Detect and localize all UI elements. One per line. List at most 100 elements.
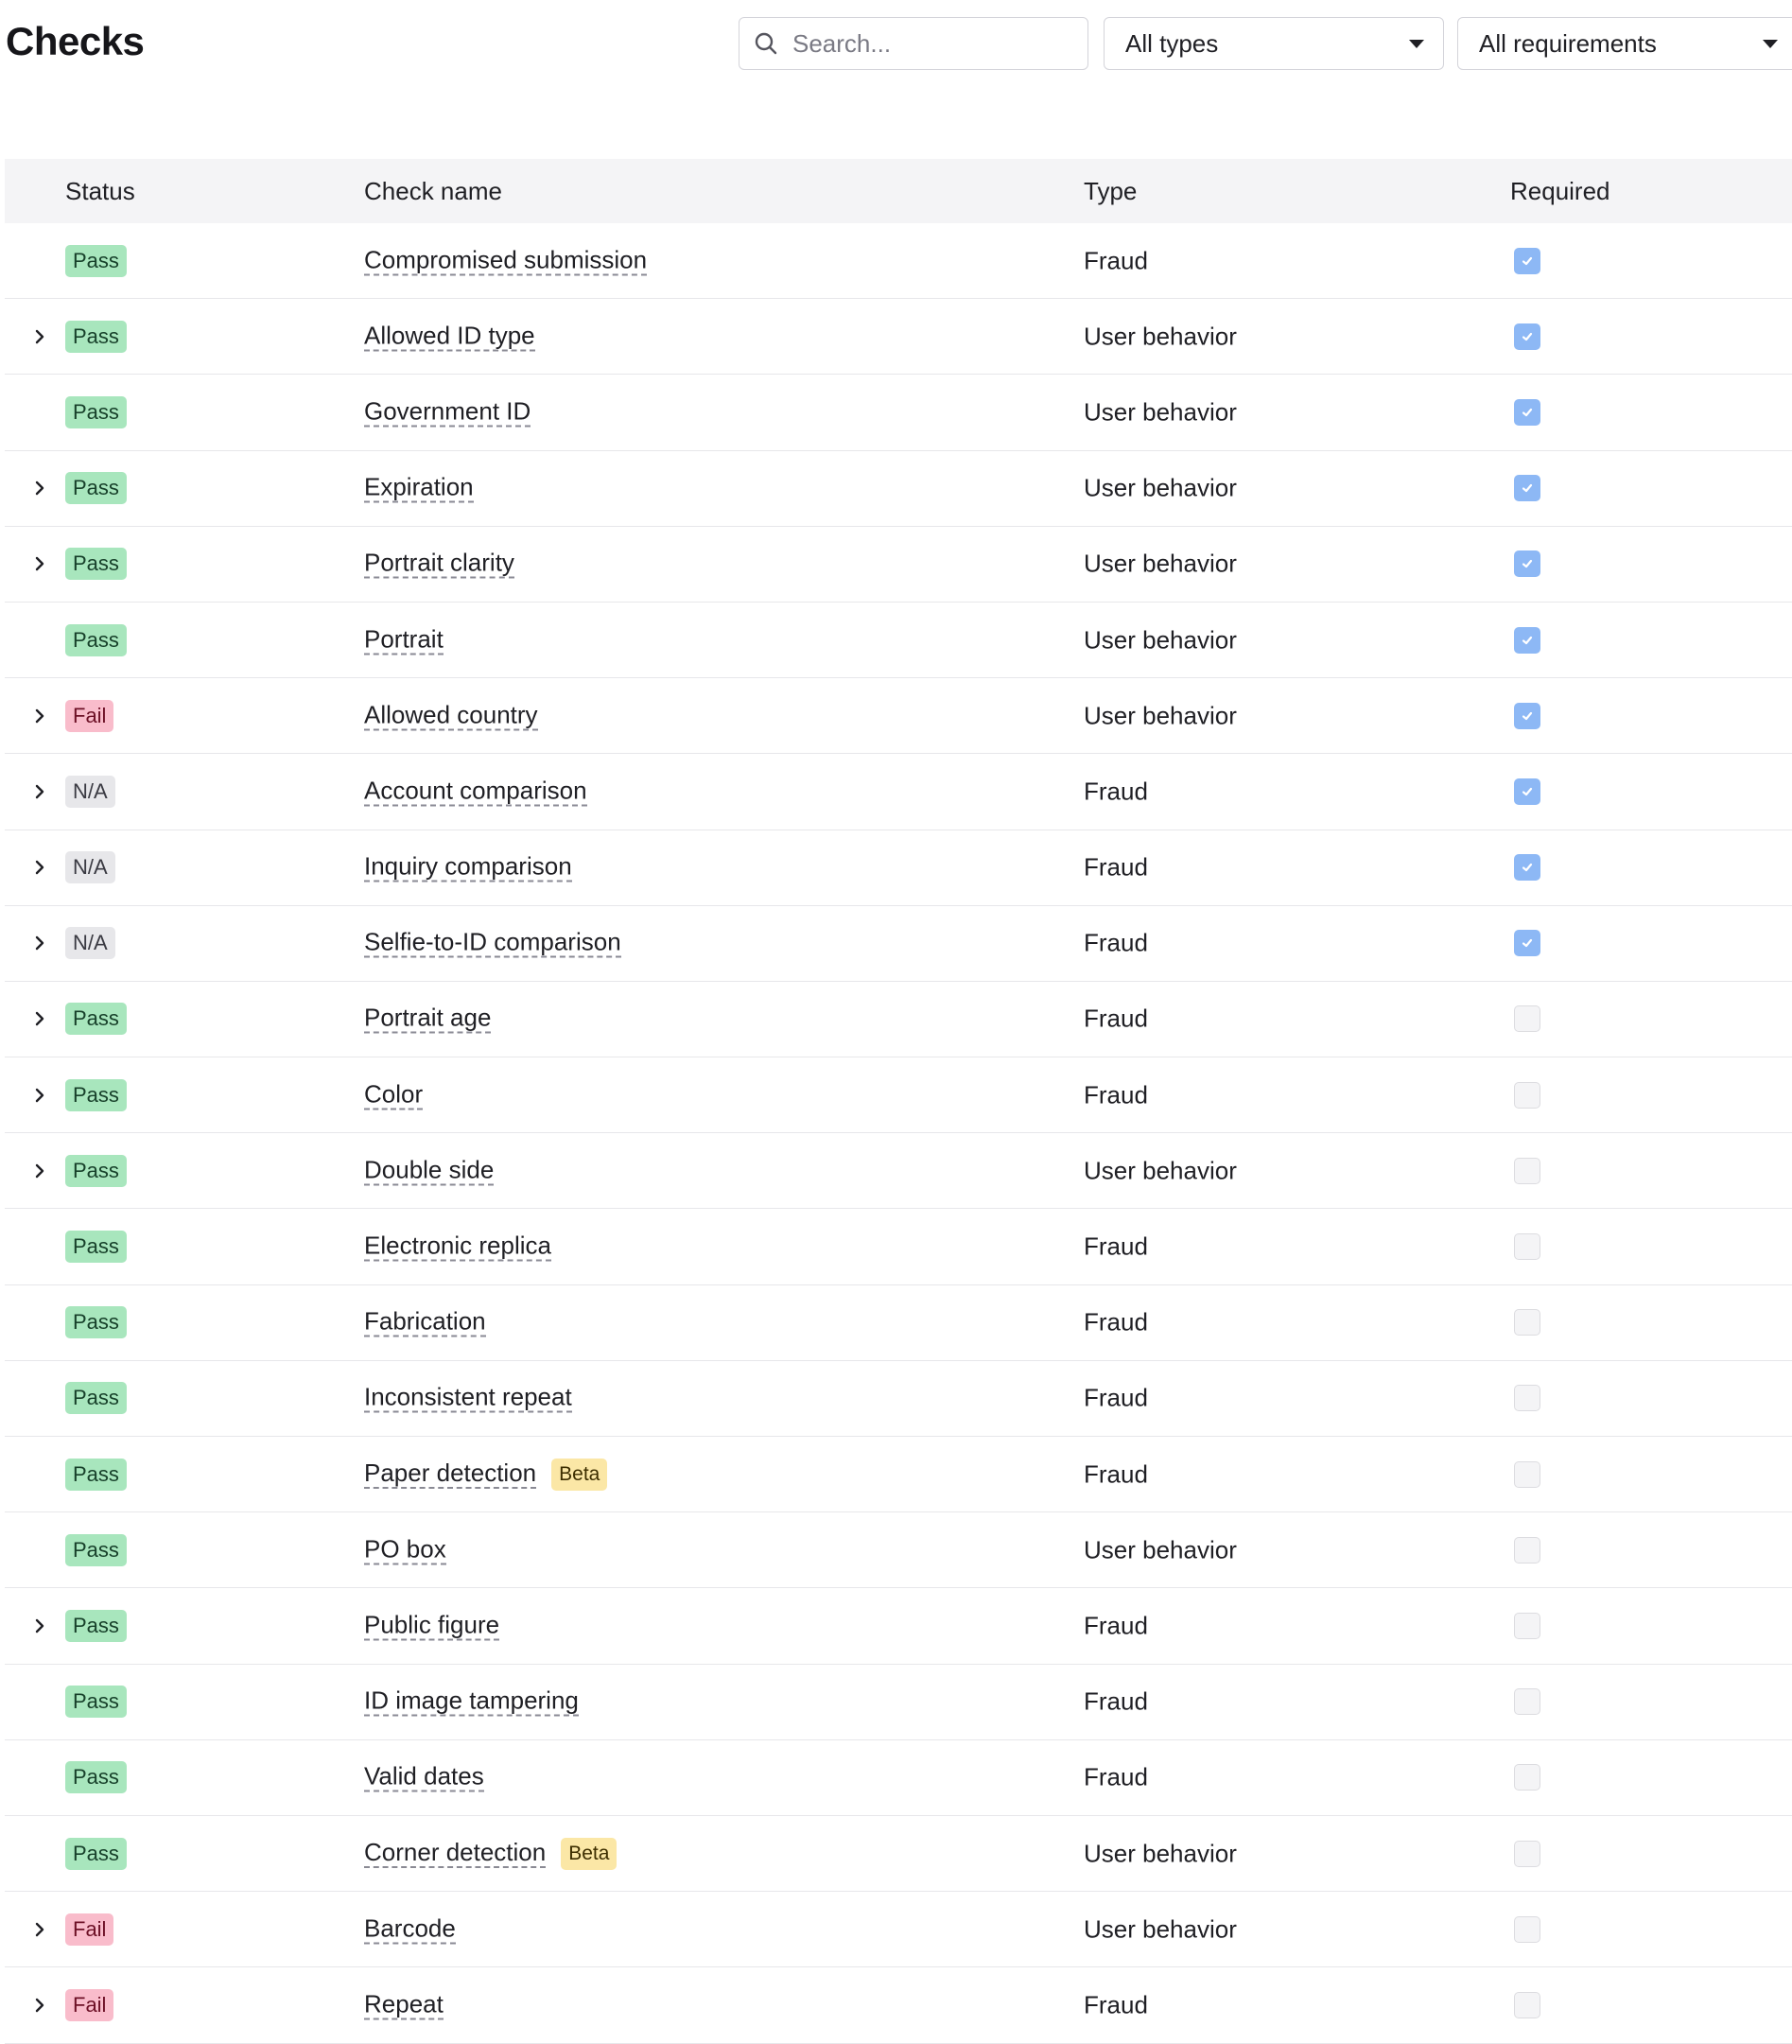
check-name-link[interactable]: Repeat bbox=[364, 1990, 444, 2020]
table-row[interactable]: Pass ID image tampering Fraud bbox=[5, 1665, 1792, 1740]
search-input[interactable] bbox=[791, 27, 1078, 60]
table-row[interactable]: Pass Color Fraud bbox=[5, 1057, 1792, 1134]
check-name-link[interactable]: Fabrication bbox=[364, 1308, 486, 1337]
required-checkbox[interactable] bbox=[1514, 398, 1540, 426]
chevron-right-icon[interactable] bbox=[29, 781, 50, 802]
table-row[interactable]: Pass Paper detection Beta Fraud bbox=[5, 1437, 1792, 1513]
required-checkbox[interactable] bbox=[1514, 626, 1540, 654]
search-field[interactable] bbox=[739, 17, 1088, 70]
column-header-type[interactable]: Type bbox=[1084, 177, 1137, 206]
chevron-right-icon[interactable] bbox=[29, 1995, 50, 2016]
requirement-filter-select[interactable]: All requirements bbox=[1457, 17, 1792, 70]
check-name-link[interactable]: Color bbox=[364, 1080, 424, 1110]
check-name-link[interactable]: Portrait clarity bbox=[364, 550, 514, 579]
required-checkbox[interactable] bbox=[1514, 777, 1540, 805]
required-checkbox[interactable] bbox=[1514, 1915, 1540, 1943]
check-name-link[interactable]: Inconsistent repeat bbox=[364, 1384, 572, 1413]
check-name-link[interactable]: Government ID bbox=[364, 397, 531, 428]
type-filter-select[interactable]: All types bbox=[1104, 17, 1444, 70]
table-row[interactable]: Pass Public figure Fraud bbox=[5, 1588, 1792, 1665]
check-name-link[interactable]: Public figure bbox=[364, 1611, 500, 1641]
table-row[interactable]: Pass PO box User behavior bbox=[5, 1512, 1792, 1589]
chevron-right-icon[interactable] bbox=[29, 1085, 50, 1106]
check-name-link[interactable]: Barcode bbox=[364, 1914, 456, 1945]
table-row[interactable]: Pass Expiration User behavior bbox=[5, 451, 1792, 527]
check-name-link[interactable]: Corner detection bbox=[364, 1839, 547, 1869]
required-checkbox[interactable] bbox=[1514, 854, 1540, 882]
required-checkbox[interactable] bbox=[1514, 1309, 1540, 1336]
table-row[interactable]: Pass Government ID User behavior bbox=[5, 375, 1792, 451]
check-type: Fraud bbox=[1084, 1611, 1148, 1640]
required-checkbox[interactable] bbox=[1514, 1385, 1540, 1412]
check-name-link[interactable]: Allowed country bbox=[364, 701, 538, 731]
chevron-right-icon[interactable] bbox=[29, 933, 50, 953]
check-name-link[interactable]: PO box bbox=[364, 1535, 446, 1565]
table-row[interactable]: N/A Selfie-to-ID comparison Fraud bbox=[5, 906, 1792, 982]
chevron-right-icon[interactable] bbox=[29, 553, 50, 574]
check-name-link[interactable]: Electronic replica bbox=[364, 1232, 551, 1262]
required-checkbox[interactable] bbox=[1514, 1157, 1540, 1184]
check-name-link[interactable]: ID image tampering bbox=[364, 1687, 579, 1717]
required-checkbox[interactable] bbox=[1514, 475, 1540, 502]
required-checkbox[interactable] bbox=[1514, 323, 1540, 350]
required-checkbox[interactable] bbox=[1514, 1081, 1540, 1109]
check-name-link[interactable]: Portrait bbox=[364, 625, 444, 655]
check-name-link[interactable]: Portrait age bbox=[364, 1005, 492, 1034]
chevron-right-icon[interactable] bbox=[29, 1919, 50, 1940]
check-name-link[interactable]: Allowed ID type bbox=[364, 322, 535, 352]
chevron-right-icon[interactable] bbox=[29, 706, 50, 726]
check-name-cell: Portrait age bbox=[364, 1005, 492, 1034]
table-row[interactable]: Pass Double side User behavior bbox=[5, 1133, 1792, 1210]
table-row[interactable]: Pass Corner detection Beta User behavior bbox=[5, 1816, 1792, 1893]
table-row[interactable]: Pass Compromised submission Fraud bbox=[5, 223, 1792, 300]
chevron-right-icon[interactable] bbox=[29, 1161, 50, 1181]
chevron-right-icon[interactable] bbox=[29, 857, 50, 878]
check-name-link[interactable]: Inquiry comparison bbox=[364, 853, 572, 882]
table-row[interactable]: N/A Inquiry comparison Fraud bbox=[5, 830, 1792, 906]
required-checkbox[interactable] bbox=[1514, 930, 1540, 957]
required-checkbox[interactable] bbox=[1514, 1764, 1540, 1791]
required-checkbox[interactable] bbox=[1514, 1612, 1540, 1639]
check-name-cell: Public figure bbox=[364, 1611, 500, 1641]
table-row[interactable]: Pass Electronic replica Fraud bbox=[5, 1209, 1792, 1285]
column-header-status[interactable]: Status bbox=[65, 177, 135, 206]
required-checkbox[interactable] bbox=[1514, 1840, 1540, 1867]
table-row[interactable]: Pass Portrait age Fraud bbox=[5, 982, 1792, 1058]
chevron-right-icon[interactable] bbox=[29, 326, 50, 347]
required-checkbox[interactable] bbox=[1514, 1991, 1540, 2018]
table-row[interactable]: Pass Portrait User behavior bbox=[5, 603, 1792, 679]
check-name-link[interactable]: Paper detection bbox=[364, 1459, 537, 1490]
chevron-right-icon[interactable] bbox=[29, 1616, 50, 1636]
status-badge: Pass bbox=[65, 1761, 127, 1794]
required-checkbox[interactable] bbox=[1514, 1688, 1540, 1716]
column-header-check-name[interactable]: Check name bbox=[364, 177, 502, 206]
table-row[interactable]: Fail Barcode User behavior bbox=[5, 1892, 1792, 1968]
table-row[interactable]: Pass Valid dates Fraud bbox=[5, 1740, 1792, 1816]
table-row[interactable]: Fail Repeat Fraud bbox=[5, 1967, 1792, 2044]
required-checkbox[interactable] bbox=[1514, 1233, 1540, 1261]
check-type: User behavior bbox=[1084, 1156, 1237, 1185]
check-name-link[interactable]: Selfie-to-ID comparison bbox=[364, 929, 621, 958]
check-name-link[interactable]: Account comparison bbox=[364, 777, 587, 807]
check-name-link[interactable]: Expiration bbox=[364, 474, 474, 503]
status-badge: Pass bbox=[65, 1686, 127, 1719]
required-checkbox[interactable] bbox=[1514, 247, 1540, 274]
check-name-link[interactable]: Double side bbox=[364, 1156, 495, 1186]
required-checkbox[interactable] bbox=[1514, 1536, 1540, 1564]
table-row[interactable]: Pass Inconsistent repeat Fraud bbox=[5, 1361, 1792, 1437]
check-name-link[interactable]: Valid dates bbox=[364, 1763, 484, 1792]
table-row[interactable]: Fail Allowed country User behavior bbox=[5, 678, 1792, 755]
required-checkbox[interactable] bbox=[1514, 550, 1540, 578]
required-checkbox[interactable] bbox=[1514, 1005, 1540, 1033]
table-row[interactable]: N/A Account comparison Fraud bbox=[5, 754, 1792, 830]
table-row[interactable]: Pass Allowed ID type User behavior bbox=[5, 299, 1792, 376]
chevron-right-icon[interactable] bbox=[29, 1008, 50, 1029]
table-row[interactable]: Pass Fabrication Fraud bbox=[5, 1285, 1792, 1361]
page-header: Checks All types All requirements bbox=[0, 0, 1792, 95]
required-checkbox[interactable] bbox=[1514, 702, 1540, 729]
table-row[interactable]: Pass Portrait clarity User behavior bbox=[5, 527, 1792, 603]
column-header-required[interactable]: Required bbox=[1510, 177, 1610, 206]
chevron-right-icon[interactable] bbox=[29, 478, 50, 498]
required-checkbox[interactable] bbox=[1514, 1460, 1540, 1488]
check-name-link[interactable]: Compromised submission bbox=[364, 246, 648, 276]
